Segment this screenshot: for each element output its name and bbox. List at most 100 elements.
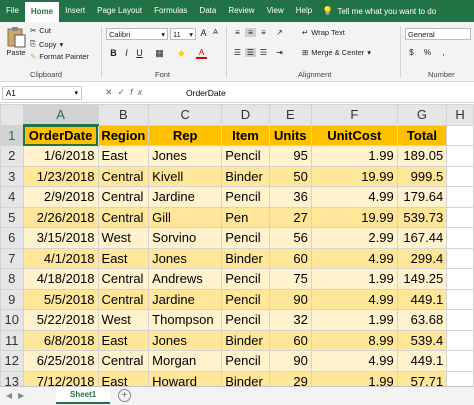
data-cell[interactable]: Central xyxy=(97,206,150,228)
data-cell[interactable]: Pencil xyxy=(221,145,270,167)
borders-icon[interactable]: ▦ xyxy=(154,48,165,59)
percent-icon[interactable]: % xyxy=(422,48,433,57)
data-cell[interactable]: Pencil xyxy=(221,350,270,372)
row-header-12[interactable]: 12 xyxy=(0,350,24,372)
bold-icon[interactable]: B xyxy=(108,48,119,58)
data-cell[interactable]: Binder xyxy=(221,329,270,351)
data-cell[interactable]: 1.99 xyxy=(310,268,398,290)
align-center-icon[interactable]: ☰ xyxy=(245,48,256,57)
data-cell[interactable]: 36 xyxy=(268,186,312,208)
data-cell[interactable]: 7/12/2018 xyxy=(22,370,99,386)
data-cell[interactable]: 27 xyxy=(268,206,312,228)
empty-cell[interactable] xyxy=(446,268,474,290)
tab-home[interactable]: Home xyxy=(24,2,60,22)
header-cell[interactable]: Rep xyxy=(148,124,223,146)
data-cell[interactable]: 90 xyxy=(268,288,312,310)
data-cell[interactable]: Andrews xyxy=(148,268,223,290)
empty-cell[interactable] xyxy=(446,370,474,386)
data-cell[interactable]: 29 xyxy=(268,370,312,386)
insert-function-icon[interactable]: fx xyxy=(130,87,147,97)
data-cell[interactable]: Pencil xyxy=(221,288,270,310)
row-header-11[interactable]: 11 xyxy=(0,329,24,351)
cut-button[interactable]: ✂ Cut xyxy=(30,26,51,35)
data-cell[interactable]: Pencil xyxy=(221,186,270,208)
select-all-corner[interactable] xyxy=(0,104,24,126)
data-cell[interactable]: 299.4 xyxy=(396,247,448,269)
merge-center-button[interactable]: ⊞ Merge & Center ▾ xyxy=(302,48,371,57)
sheet-nav-arrows[interactable]: ◀▶ xyxy=(6,391,30,400)
data-cell[interactable]: Howard xyxy=(148,370,223,386)
data-cell[interactable]: Thompson xyxy=(148,309,223,331)
data-cell[interactable]: Jones xyxy=(148,247,223,269)
data-cell[interactable]: Central xyxy=(97,350,150,372)
empty-cell[interactable] xyxy=(446,350,474,372)
row-header-1[interactable]: 1 xyxy=(0,124,24,146)
font-color-icon[interactable]: A xyxy=(196,48,207,59)
name-box[interactable]: A1 ▾ xyxy=(2,86,82,100)
data-cell[interactable]: Central xyxy=(97,186,150,208)
empty-cell[interactable] xyxy=(446,288,474,310)
data-cell[interactable]: West xyxy=(97,309,150,331)
add-sheet-icon[interactable]: + xyxy=(118,389,131,402)
data-cell[interactable]: 57.71 xyxy=(396,370,448,386)
row-header-13[interactable]: 13 xyxy=(0,370,24,386)
row-header-2[interactable]: 2 xyxy=(0,145,24,167)
align-left-icon[interactable]: ☰ xyxy=(232,48,243,57)
data-cell[interactable]: 189.05 xyxy=(396,145,448,167)
data-cell[interactable]: 50 xyxy=(268,165,312,187)
data-cell[interactable]: 56 xyxy=(268,227,312,249)
empty-cell[interactable] xyxy=(446,165,474,187)
indent-icon[interactable]: ⇥ xyxy=(274,48,285,57)
data-cell[interactable]: Kivell xyxy=(148,165,223,187)
row-header-3[interactable]: 3 xyxy=(0,165,24,187)
comma-icon[interactable]: , xyxy=(438,48,449,57)
copy-button[interactable]: ⎘ Copy ▾ xyxy=(30,39,63,49)
column-header-f[interactable]: F xyxy=(310,104,398,126)
empty-cell[interactable] xyxy=(446,145,474,167)
fill-color-icon[interactable]: ◆ xyxy=(176,48,187,59)
data-cell[interactable]: 3/15/2018 xyxy=(22,227,99,249)
empty-cell[interactable] xyxy=(446,206,474,228)
header-cell[interactable]: OrderDate xyxy=(22,124,99,146)
empty-cell[interactable] xyxy=(446,186,474,208)
row-header-6[interactable]: 6 xyxy=(0,227,24,249)
data-cell[interactable]: Pencil xyxy=(221,268,270,290)
row-header-7[interactable]: 7 xyxy=(0,247,24,269)
data-cell[interactable]: 4.99 xyxy=(310,350,398,372)
empty-cell[interactable] xyxy=(446,309,474,331)
row-header-5[interactable]: 5 xyxy=(0,206,24,228)
data-cell[interactable]: Binder xyxy=(221,165,270,187)
data-cell[interactable]: Binder xyxy=(221,370,270,386)
column-header-c[interactable]: C xyxy=(148,104,223,126)
column-header-e[interactable]: E xyxy=(268,104,312,126)
data-cell[interactable]: Jones xyxy=(148,329,223,351)
data-cell[interactable]: 1.99 xyxy=(310,309,398,331)
font-name-select[interactable]: Calibri ▾ xyxy=(106,28,168,40)
number-format-select[interactable]: General xyxy=(405,28,471,40)
data-cell[interactable]: 60 xyxy=(268,247,312,269)
arrow-right-icon[interactable]: ▶ xyxy=(18,391,30,400)
column-header-a[interactable]: A xyxy=(22,104,99,126)
tab-formulas[interactable]: Formulas xyxy=(148,0,193,22)
data-cell[interactable]: Central xyxy=(97,288,150,310)
data-cell[interactable]: 75 xyxy=(268,268,312,290)
data-cell[interactable]: 19.99 xyxy=(310,165,398,187)
data-cell[interactable]: East xyxy=(97,329,150,351)
column-header-h[interactable]: H xyxy=(446,104,474,126)
data-cell[interactable]: 4.99 xyxy=(310,288,398,310)
column-header-b[interactable]: B xyxy=(97,104,150,126)
formula-input[interactable]: OrderDate xyxy=(186,88,226,98)
data-cell[interactable]: Pencil xyxy=(221,309,270,331)
tab-view[interactable]: View xyxy=(261,0,290,22)
header-cell[interactable]: Total xyxy=(396,124,448,146)
worksheet-grid[interactable]: ABCDEFGH 1 OrderDate Region Rep Item Units Uni… xyxy=(0,104,474,386)
cancel-icon[interactable]: ✕ xyxy=(105,87,118,97)
row-header-8[interactable]: 8 xyxy=(0,268,24,290)
tab-help[interactable]: Help xyxy=(290,0,318,22)
data-cell[interactable]: Pen xyxy=(221,206,270,228)
data-cell[interactable]: 8.99 xyxy=(310,329,398,351)
data-cell[interactable]: 60 xyxy=(268,329,312,351)
data-cell[interactable]: 2/26/2018 xyxy=(22,206,99,228)
data-cell[interactable]: 4.99 xyxy=(310,247,398,269)
data-cell[interactable]: 4/18/2018 xyxy=(22,268,99,290)
